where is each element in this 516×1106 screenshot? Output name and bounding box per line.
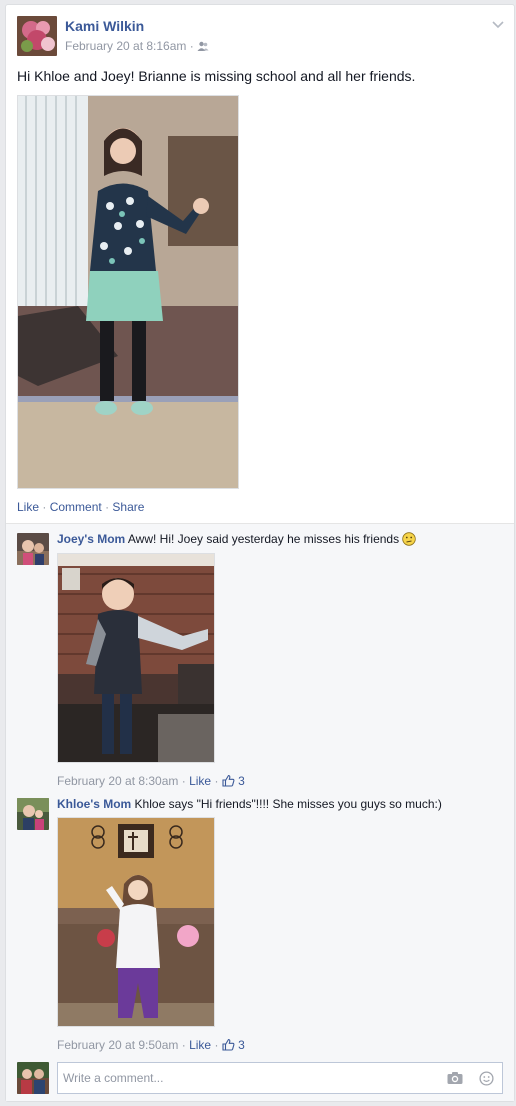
post-timestamp[interactable]: February 20 at 8:16am [65, 39, 186, 53]
share-button[interactable]: Share [112, 500, 144, 514]
post-author-name[interactable]: Kami Wilkin [65, 17, 144, 35]
comment-timestamp[interactable]: February 20 at 8:30am [57, 774, 178, 788]
audience-friends-icon[interactable] [197, 40, 209, 56]
comment-like-button[interactable]: Like [189, 1038, 211, 1052]
comment-1-body: Joey's Mom Aww! Hi! Joey said yesterday … [57, 531, 417, 550]
comment-input-box[interactable]: Write a comment... [57, 1062, 503, 1094]
post-options-chevron-icon[interactable] [492, 18, 504, 32]
camera-icon[interactable] [447, 1071, 463, 1088]
comment-photo[interactable] [57, 817, 215, 1027]
thumbs-up-icon [222, 1038, 235, 1055]
comment-2-body: Khloe's Mom Khloe says "Hi friends"!!!! … [57, 796, 442, 812]
comment-photo[interactable] [57, 553, 215, 763]
comment-author[interactable]: Joey's Mom [57, 532, 125, 546]
comment-author[interactable]: Khloe's Mom [57, 797, 131, 811]
comment-button[interactable]: Comment [50, 500, 102, 514]
comment-1-footer: February 20 at 8:30am · Like · 3 [57, 773, 245, 791]
comment-input[interactable]: Write a comment... [63, 1071, 163, 1085]
comment-2-footer: February 20 at 9:50am · Like · 3 [57, 1037, 245, 1055]
comment-avatar[interactable] [17, 533, 49, 565]
comments-section: Joey's Mom Aww! Hi! Joey said yesterday … [6, 523, 514, 1101]
emoji-icon[interactable] [479, 1071, 494, 1089]
post-meta: February 20 at 8:16am · [65, 38, 209, 56]
comment-like-button[interactable]: Like [189, 774, 211, 788]
post-actions: Like · Comment · Share [17, 500, 145, 514]
author-avatar[interactable] [17, 16, 57, 56]
comment-text: Aww! Hi! Joey said yesterday he misses h… [127, 532, 400, 546]
comment-timestamp[interactable]: February 20 at 9:50am [57, 1038, 178, 1052]
post-card: Kami Wilkin February 20 at 8:16am · Hi K… [5, 4, 515, 1102]
viewer-avatar [17, 1062, 49, 1094]
comment-avatar[interactable] [17, 798, 49, 830]
thumbs-up-icon [222, 774, 235, 791]
post-text: Hi Khloe and Joey! Brianne is missing sc… [17, 68, 416, 84]
post-photo[interactable] [17, 95, 239, 489]
like-button[interactable]: Like [17, 500, 39, 514]
comment-text: Khloe says "Hi friends"!!!! She misses y… [134, 797, 442, 811]
confused-emoticon-icon [402, 532, 417, 550]
comment-like-count[interactable]: 3 [238, 1038, 245, 1052]
meta-separator: · [189, 39, 194, 53]
comment-like-count[interactable]: 3 [238, 774, 245, 788]
